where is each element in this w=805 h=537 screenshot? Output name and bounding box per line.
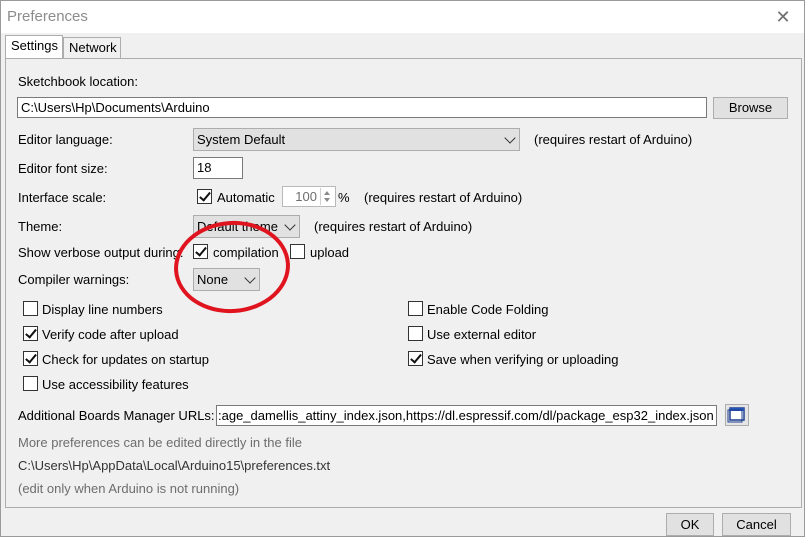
check-updates-checkbox[interactable]: [23, 351, 38, 366]
theme-note: (requires restart of Arduino): [314, 219, 473, 234]
more-preferences-text: More preferences can be edited directly …: [18, 435, 302, 450]
spinner-buttons[interactable]: [320, 188, 334, 205]
title-bar: Preferences ✕: [1, 1, 804, 33]
spin-up-icon[interactable]: [324, 191, 330, 195]
editor-language-select[interactable]: System Default: [193, 128, 520, 151]
external-editor-label: Use external editor: [427, 327, 537, 342]
verbose-upload-label: upload: [310, 245, 350, 260]
interface-scale-unit: %: [338, 190, 350, 205]
close-icon[interactable]: ✕: [769, 4, 797, 30]
check-updates-label: Check for updates on startup: [42, 352, 209, 367]
verbose-output-label: Show verbose output during:: [18, 245, 184, 260]
preferences-file-path: C:\Users\Hp\AppData\Local\Arduino15\pref…: [18, 458, 331, 473]
accessibility-label: Use accessibility features: [42, 377, 189, 392]
external-editor-checkbox[interactable]: [408, 326, 423, 341]
save-when-verifying-checkbox[interactable]: [408, 351, 423, 366]
chevron-down-icon: [284, 218, 296, 231]
verify-after-upload-label: Verify code after upload: [42, 327, 179, 342]
cancel-button[interactable]: Cancel: [722, 513, 791, 536]
verify-after-upload-checkbox[interactable]: [23, 326, 38, 341]
interface-scale-automatic-checkbox[interactable]: [197, 189, 212, 204]
compiler-warnings-label: Compiler warnings:: [18, 272, 130, 287]
tab-settings[interactable]: Settings: [5, 35, 63, 59]
window-list-icon[interactable]: [725, 404, 749, 426]
theme-label: Theme:: [18, 219, 63, 234]
spin-down-icon[interactable]: [324, 198, 330, 202]
interface-scale-automatic-label: Automatic: [217, 190, 275, 205]
editor-font-size-input[interactable]: 18: [193, 157, 243, 179]
save-when-verifying-label: Save when verifying or uploading: [427, 352, 619, 367]
interface-scale-label: Interface scale:: [18, 190, 107, 205]
tab-network[interactable]: Network: [63, 37, 121, 58]
ok-button[interactable]: OK: [666, 513, 714, 536]
verbose-upload-checkbox[interactable]: [290, 244, 305, 259]
boards-manager-urls-label: Additional Boards Manager URLs:: [18, 408, 215, 423]
chevron-down-icon: [504, 131, 516, 144]
display-line-numbers-label: Display line numbers: [42, 302, 163, 317]
editor-language-label: Editor language:: [18, 132, 113, 147]
window-title: Preferences: [7, 8, 88, 25]
interface-scale-note: (requires restart of Arduino): [364, 190, 523, 205]
editor-language-value: System Default: [197, 132, 286, 147]
browse-button[interactable]: Browse: [713, 97, 788, 119]
editor-language-note: (requires restart of Arduino): [534, 132, 693, 147]
code-folding-checkbox[interactable]: [408, 301, 423, 316]
edit-note-text: (edit only when Arduino is not running): [18, 481, 240, 496]
sketchbook-location-label: Sketchbook location:: [18, 74, 138, 89]
interface-scale-spinner[interactable]: 100: [282, 186, 336, 207]
preferences-window: Preferences ✕ Settings Network Sketchboo…: [0, 0, 805, 537]
interface-scale-value: 100: [295, 189, 317, 204]
code-folding-label: Enable Code Folding: [427, 302, 549, 317]
sketchbook-location-input[interactable]: C:\Users\Hp\Documents\Arduino: [17, 97, 707, 118]
accessibility-checkbox[interactable]: [23, 376, 38, 391]
boards-manager-urls-input[interactable]: :age_damellis_attiny_index.json,https://…: [216, 405, 717, 426]
editor-font-size-label: Editor font size:: [18, 161, 108, 176]
display-line-numbers-checkbox[interactable]: [23, 301, 38, 316]
